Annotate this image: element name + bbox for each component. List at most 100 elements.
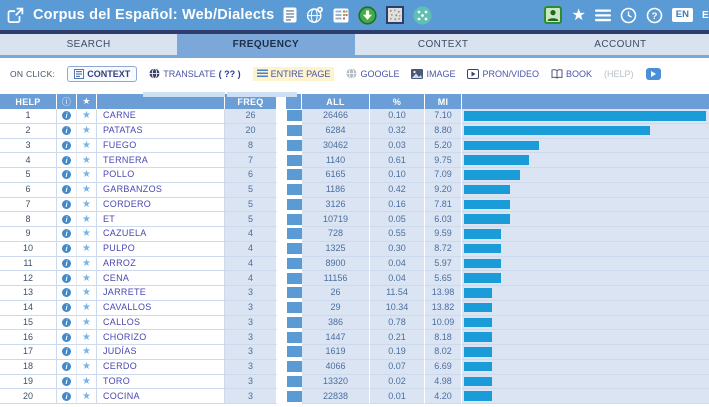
random-dice-icon[interactable] — [413, 6, 432, 25]
context-square-icon[interactable] — [287, 169, 302, 180]
context-square-icon[interactable] — [287, 376, 302, 387]
info-icon[interactable]: i — [62, 170, 71, 179]
onclick-entire-page-button[interactable]: ENTIRE PAGE — [253, 67, 335, 81]
info-icon[interactable]: i — [62, 126, 71, 135]
star-icon[interactable]: ★ — [82, 376, 91, 387]
star-icon[interactable]: ★ — [82, 140, 91, 151]
freq-cell[interactable]: 5 — [225, 212, 277, 227]
freq-cell[interactable]: 3 — [225, 316, 277, 331]
info-icon[interactable]: i — [62, 333, 71, 342]
favorites-star-icon[interactable]: ★ — [571, 7, 585, 23]
star-cell[interactable]: ★ — [77, 183, 97, 198]
info-icon[interactable]: i — [62, 259, 71, 268]
external-link-icon[interactable] — [7, 7, 24, 24]
star-icon[interactable]: ★ — [82, 391, 91, 402]
info-icon[interactable]: i — [62, 274, 71, 283]
context-square-cell[interactable] — [286, 212, 302, 227]
context-square-cell[interactable] — [286, 360, 302, 375]
context-square-cell[interactable] — [286, 242, 302, 257]
context-square-icon[interactable] — [287, 391, 302, 402]
star-icon[interactable]: ★ — [82, 243, 91, 254]
info-cell[interactable]: i — [57, 286, 77, 301]
freq-cell[interactable]: 4 — [225, 271, 277, 286]
info-cell[interactable]: i — [57, 242, 77, 257]
freq-cell[interactable]: 26 — [225, 109, 277, 124]
star-cell[interactable]: ★ — [77, 153, 97, 168]
info-icon[interactable]: i — [62, 347, 71, 356]
info-cell[interactable]: i — [57, 375, 77, 390]
context-square-cell[interactable] — [286, 109, 302, 124]
star-cell[interactable]: ★ — [77, 109, 97, 124]
word-link[interactable]: ARROZ — [97, 257, 225, 272]
star-cell[interactable]: ★ — [77, 301, 97, 316]
word-link[interactable]: TERNERA — [97, 153, 225, 168]
context-square-cell[interactable] — [286, 271, 302, 286]
context-square-icon[interactable] — [287, 302, 302, 313]
context-square-icon[interactable] — [287, 199, 302, 210]
history-clock-icon[interactable] — [620, 7, 637, 24]
info-icon[interactable]: i — [62, 303, 71, 312]
freq-cell[interactable]: 3 — [225, 375, 277, 390]
word-link[interactable]: FUEGO — [97, 139, 225, 154]
tab-account[interactable]: ACCOUNT — [532, 34, 709, 55]
info-cell[interactable]: i — [57, 124, 77, 139]
info-cell[interactable]: i — [57, 316, 77, 331]
star-cell[interactable]: ★ — [77, 316, 97, 331]
context-square-cell[interactable] — [286, 389, 302, 404]
context-square-icon[interactable] — [287, 243, 302, 254]
info-icon[interactable]: i — [62, 200, 71, 209]
freq-cell[interactable]: 20 — [225, 124, 277, 139]
word-link[interactable]: CARNE — [97, 109, 225, 124]
word-link[interactable]: ET — [97, 212, 225, 227]
header-pct[interactable]: % — [370, 94, 425, 109]
star-cell[interactable]: ★ — [77, 242, 97, 257]
star-cell[interactable]: ★ — [77, 286, 97, 301]
star-icon[interactable]: ★ — [82, 214, 91, 225]
context-square-icon[interactable] — [287, 258, 302, 269]
info-cell[interactable]: i — [57, 257, 77, 272]
freq-cell[interactable]: 4 — [225, 242, 277, 257]
context-square-icon[interactable] — [287, 184, 302, 195]
star-icon[interactable]: ★ — [82, 258, 91, 269]
onclick-translate-button[interactable]: TRANSLATE ( ?? ) — [149, 68, 240, 79]
header-all[interactable]: ALL — [302, 94, 370, 109]
freq-cell[interactable]: 3 — [225, 301, 277, 316]
context-square-cell[interactable] — [286, 286, 302, 301]
context-square-cell[interactable] — [286, 301, 302, 316]
info-cell[interactable]: i — [57, 198, 77, 213]
word-link[interactable]: CERDO — [97, 360, 225, 375]
star-cell[interactable]: ★ — [77, 345, 97, 360]
freq-cell[interactable]: 4 — [225, 227, 277, 242]
freq-cell[interactable]: 7 — [225, 153, 277, 168]
info-cell[interactable]: i — [57, 139, 77, 154]
word-link[interactable]: CENA — [97, 271, 225, 286]
word-link[interactable]: CORDERO — [97, 198, 225, 213]
profile-icon[interactable] — [544, 6, 562, 24]
onclick-help-label[interactable]: (HELP) — [604, 69, 634, 79]
info-cell[interactable]: i — [57, 271, 77, 286]
help-icon[interactable]: ? — [646, 7, 663, 24]
word-link[interactable]: JUDÍAS — [97, 345, 225, 360]
info-cell[interactable]: i — [57, 109, 77, 124]
star-icon[interactable]: ★ — [82, 302, 91, 313]
word-link[interactable]: CHORIZO — [97, 330, 225, 345]
info-icon[interactable]: i — [62, 141, 71, 150]
star-icon[interactable]: ★ — [82, 184, 91, 195]
star-icon[interactable]: ★ — [82, 273, 91, 284]
context-square-icon[interactable] — [287, 273, 302, 284]
freq-cell[interactable]: 3 — [225, 286, 277, 301]
tab-search[interactable]: SEARCH — [0, 34, 177, 55]
info-cell[interactable]: i — [57, 153, 77, 168]
context-square-icon[interactable] — [287, 228, 302, 239]
star-cell[interactable]: ★ — [77, 212, 97, 227]
context-square-cell[interactable] — [286, 183, 302, 198]
word-link[interactable]: PATATAS — [97, 124, 225, 139]
info-icon[interactable]: i — [62, 229, 71, 238]
freq-cell[interactable]: 4 — [225, 257, 277, 272]
info-cell[interactable]: i — [57, 212, 77, 227]
header-mi[interactable]: MI — [425, 94, 462, 109]
star-cell[interactable]: ★ — [77, 271, 97, 286]
onclick-image-button[interactable]: IMAGE — [411, 69, 455, 79]
download-icon[interactable] — [358, 6, 377, 25]
onclick-context-button[interactable]: CONTEXT — [67, 66, 137, 82]
